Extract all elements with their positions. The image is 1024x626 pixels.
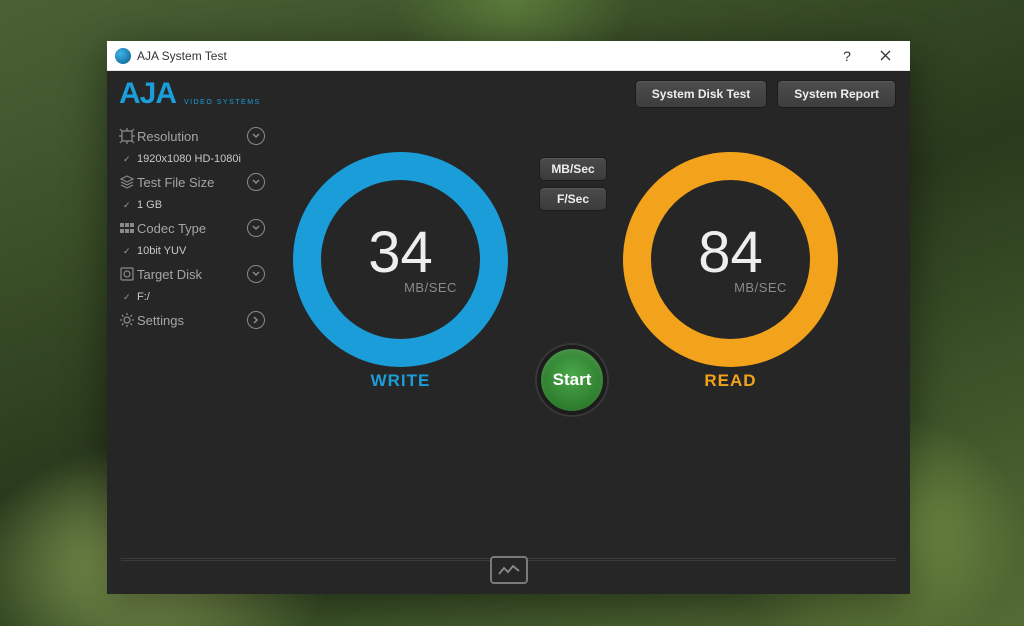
write-gauge: 34 MB/SEC <box>293 152 508 367</box>
unit-toggle: MB/Sec F/Sec <box>539 157 609 217</box>
main-area: 34 MB/SEC WRITE 84 MB/SEC RE <box>275 117 910 546</box>
sidebar-item-label: Codec Type <box>137 221 247 236</box>
sidebar-item-file-size[interactable]: Test File Size <box>117 169 275 195</box>
tab-system-disk-test[interactable]: System Disk Test <box>635 80 768 108</box>
layers-icon <box>117 174 137 190</box>
start-label: Start <box>553 370 592 390</box>
desktop-background: AJA System Test ? AJA VIDEO SYSTEMS Syst… <box>0 0 1024 626</box>
check-icon: ✓ <box>123 292 137 303</box>
sidebar-item-label: Settings <box>137 313 247 328</box>
write-label: WRITE <box>293 371 508 391</box>
sidebar-item-label: Target Disk <box>137 267 247 282</box>
app-window: AJA System Test ? AJA VIDEO SYSTEMS Syst… <box>107 41 910 594</box>
write-value: 34 <box>368 224 433 282</box>
body: Resolution ✓ 1920x1080 HD-1080i Test <box>107 117 910 546</box>
read-unit: MB/SEC <box>734 280 787 295</box>
check-icon: ✓ <box>123 154 137 165</box>
read-label: READ <box>623 371 838 391</box>
client-area: AJA VIDEO SYSTEMS System Disk Test Syste… <box>107 71 910 594</box>
resolution-value: 1920x1080 HD-1080i <box>137 153 241 165</box>
target-disk-value: F:/ <box>137 291 150 303</box>
tab-system-report[interactable]: System Report <box>777 80 896 108</box>
brand-subtitle: VIDEO SYSTEMS <box>184 99 261 106</box>
sidebar-item-settings[interactable]: Settings <box>117 307 275 333</box>
brand-logo: AJA VIDEO SYSTEMS <box>119 77 261 111</box>
graph-icon <box>498 563 520 577</box>
write-unit: MB/SEC <box>404 280 457 295</box>
brand-name: AJA <box>119 77 176 111</box>
disk-icon <box>117 266 137 282</box>
sidebar-item-target-disk[interactable]: Target Disk <box>117 261 275 287</box>
chevron-down-icon <box>247 265 265 283</box>
graph-toggle-button[interactable] <box>490 556 528 584</box>
sidebar-item-resolution[interactable]: Resolution <box>117 123 275 149</box>
unit-mb-sec-button[interactable]: MB/Sec <box>539 157 607 181</box>
close-icon <box>880 50 891 61</box>
gauges: 34 MB/SEC WRITE 84 MB/SEC RE <box>275 127 910 397</box>
check-icon: ✓ <box>123 200 137 211</box>
read-gauge: 84 MB/SEC <box>623 152 838 367</box>
codec-value-row: ✓ 10bit YUV <box>117 241 275 261</box>
close-button[interactable] <box>866 42 904 70</box>
resolution-value-row: ✓ 1920x1080 HD-1080i <box>117 149 275 169</box>
start-button[interactable]: Start <box>537 345 607 415</box>
codec-value: 10bit YUV <box>137 245 186 257</box>
gear-icon <box>117 312 137 328</box>
codec-icon <box>117 220 137 236</box>
read-value: 84 <box>698 224 763 282</box>
sidebar: Resolution ✓ 1920x1080 HD-1080i Test <box>107 117 275 546</box>
resolution-icon <box>117 128 137 144</box>
file-size-value-row: ✓ 1 GB <box>117 195 275 215</box>
footer <box>107 546 910 594</box>
chevron-down-icon <box>247 127 265 145</box>
sidebar-item-label: Resolution <box>137 129 247 144</box>
help-button[interactable]: ? <box>828 42 866 70</box>
chevron-down-icon <box>247 219 265 237</box>
sidebar-item-label: Test File Size <box>137 175 247 190</box>
check-icon: ✓ <box>123 246 137 257</box>
topbar: AJA VIDEO SYSTEMS System Disk Test Syste… <box>107 71 910 117</box>
file-size-value: 1 GB <box>137 199 162 211</box>
chevron-down-icon <box>247 173 265 191</box>
app-icon <box>115 48 131 64</box>
target-disk-value-row: ✓ F:/ <box>117 287 275 307</box>
chevron-right-icon <box>247 311 265 329</box>
sidebar-item-codec[interactable]: Codec Type <box>117 215 275 241</box>
titlebar: AJA System Test ? <box>107 41 910 71</box>
unit-f-sec-button[interactable]: F/Sec <box>539 187 607 211</box>
window-title: AJA System Test <box>137 49 227 63</box>
